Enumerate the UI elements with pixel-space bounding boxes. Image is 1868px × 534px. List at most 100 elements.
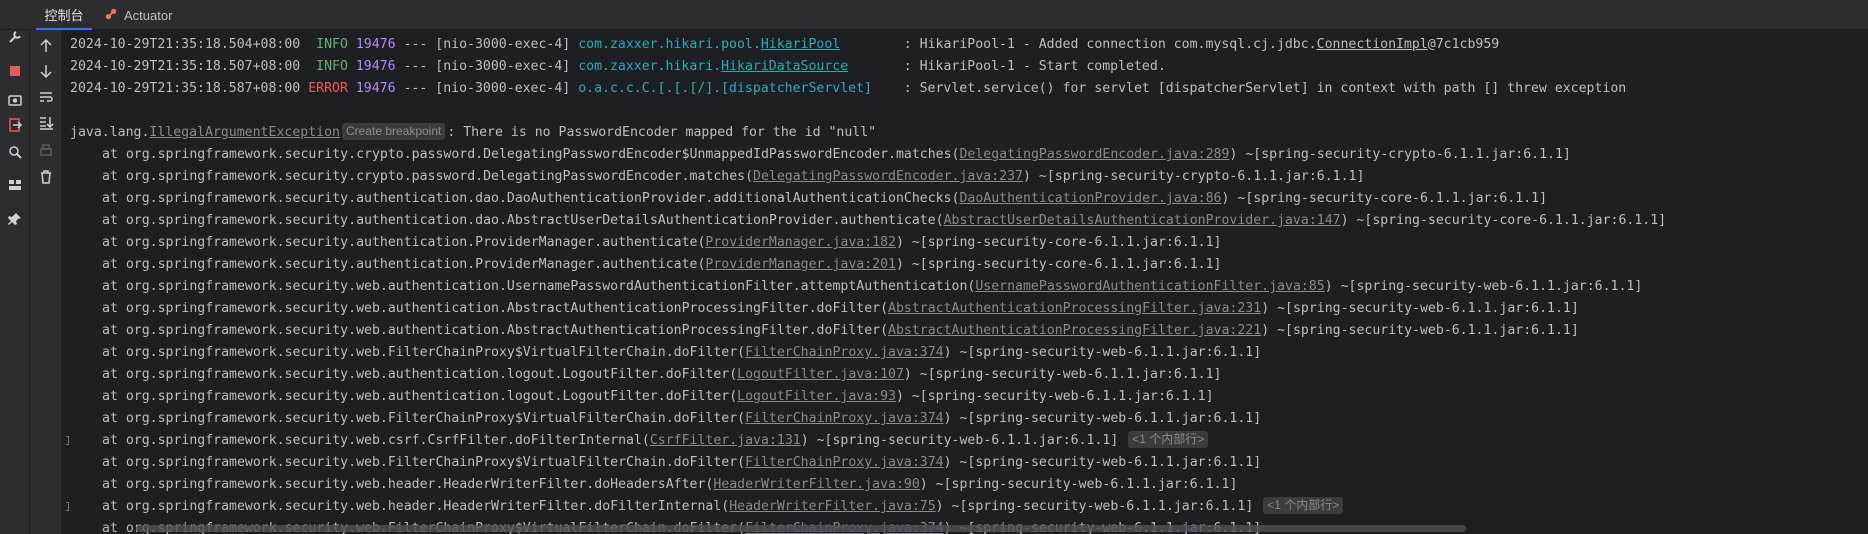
tab-actuator[interactable]: Actuator [98,0,178,30]
stack-frame-source-link[interactable]: AbstractUserDetailsAuthenticationProvide… [944,213,1341,228]
exception-class-link[interactable]: IllegalArgumentException [149,125,340,140]
stack-frame: at org.springframework.security.web.auth… [70,298,1666,320]
stack-frame-jar: ) ~[spring-security-web-6.1.1.jar:6.1.1] [1261,301,1579,316]
stack-frame-source-link[interactable]: AbstractAuthenticationProcessingFilter.j… [888,323,1261,338]
tab-console-label: 控制台 [44,7,84,23]
stack-frame-source-link[interactable]: AbstractAuthenticationProcessingFilter.j… [888,301,1261,316]
stack-frame-method: at org.springframework.security.web.Filt… [102,345,746,360]
stack-frame: at org.springframework.security.web.head… [70,474,1666,496]
log-line: 2024-10-29T21:35:18.587+08:00 ERROR 1947… [70,78,1666,100]
stack-frame: at org.springframework.security.authenti… [70,232,1666,254]
stack-frame: at org.springframework.security.authenti… [70,254,1666,276]
stack-frame-method: at org.springframework.security.web.Filt… [102,411,746,426]
exception-package: java.lang. [70,125,150,140]
stack-frame-source-link[interactable]: HeaderWriterFilter.java:75 [729,499,935,514]
stack-frame: at org.springframework.security.web.auth… [70,386,1666,408]
stack-frame-source-link[interactable]: FilterChainProxy.java:374 [745,411,944,426]
stack-frame-jar: ) ~[spring-security-core-6.1.1.jar:6.1.1… [1221,191,1548,206]
stack-frame: at org.springframework.security.crypto.p… [70,166,1666,188]
stack-frame: at org.springframework.security.web.Filt… [70,342,1666,364]
stack-frame-jar: ) ~[spring-security-core-6.1.1.jar:6.1.1… [1340,213,1667,228]
log-thread: --- [nio-3000-exec-4] [403,37,571,52]
stack-frame: at org.springframework.security.web.auth… [70,320,1666,342]
log-logger: o.a.c.c.C.[.[.[/].[dispatcherServlet] [578,81,872,96]
log-message: : HikariPool-1 - Added connection com.my… [903,37,1317,52]
stack-frame-source-link[interactable]: LogoutFilter.java:107 [737,367,904,382]
stack-frame-method: at org.springframework.security.authenti… [102,191,960,206]
stack-frame-method: at org.springframework.security.authenti… [102,235,706,250]
log-pid: 19476 [355,81,396,96]
console-output[interactable]: 2024-10-29T21:35:18.504+08:00 INFO 19476… [66,30,1868,534]
stack-frame: at org.springframework.security.crypto.p… [70,144,1666,166]
log-line: 2024-10-29T21:35:18.507+08:00 INFO 19476… [70,56,1666,78]
stack-frame-method: at org.springframework.security.web.Filt… [102,455,746,470]
log-timestamp: 2024-10-29T21:35:18.587+08:00 [70,81,301,96]
clear-all-icon[interactable] [37,168,55,186]
stack-frame-source-link[interactable]: HeaderWriterFilter.java:90 [713,477,919,492]
stack-trace: at org.springframework.security.crypto.p… [66,144,1666,534]
internal-lines-badge[interactable]: <1 个内部行> [1263,497,1344,514]
stack-frame-jar: ) ~[spring-security-crypto-6.1.1.jar:6.1… [1023,169,1365,184]
stack-frame-method: at org.springframework.security.web.head… [102,499,730,514]
scroll-up-icon[interactable] [37,37,55,55]
stack-frame-source-link[interactable]: DelegatingPasswordEncoder.java:289 [959,147,1229,162]
stack-frame-jar: ) ~[spring-security-core-6.1.1.jar:6.1.1… [895,257,1222,272]
stack-frame: at org.springframework.security.web.Filt… [70,408,1666,430]
stack-frame: at org.springframework.security.authenti… [70,210,1666,232]
stack-frame-jar: ) ~[spring-security-core-6.1.1.jar:6.1.1… [895,235,1222,250]
settings-wrench-icon[interactable] [6,28,24,46]
internal-lines-badge[interactable]: <1 个内部行> [1128,431,1209,448]
logger-prefix: com.zaxxer.hikari.pool. [578,37,761,52]
log-thread: --- [nio-3000-exec-4] [403,59,571,74]
scroll-to-end-icon[interactable] [37,114,55,132]
scroll-down-icon[interactable] [37,62,55,80]
stack-frame-method: at org.springframework.security.crypto.p… [102,169,754,184]
logger-prefix: com.zaxxer.hikari. [578,59,722,74]
stack-frame: at org.springframework.security.web.auth… [70,364,1666,386]
logger-class-link[interactable]: HikariPool [761,37,840,52]
stack-frame-source-link[interactable]: DaoAuthenticationProvider.java:86 [959,191,1221,206]
stack-frame-jar: ) ~[spring-security-web-6.1.1.jar:6.1.1] [800,433,1119,448]
stack-frame-source-link[interactable]: ProviderManager.java:201 [705,257,896,272]
stack-frame-source-link[interactable]: CsrfFilter.java:131 [650,433,801,448]
soft-wrap-icon[interactable] [37,88,55,106]
log-message: : HikariPool-1 - Start completed. [903,59,1166,74]
console-tab-bar: 控制台 Actuator [0,0,1868,30]
stack-frame: at org.springframework.security.authenti… [70,188,1666,210]
exit-icon[interactable] [6,116,24,134]
stack-frame-method: at org.springframework.security.authenti… [102,257,706,272]
stop-icon[interactable] [6,62,24,80]
stack-frame: at org.springframework.security.web.auth… [70,276,1666,298]
console-toolbar [30,30,62,534]
run-actions-strip [0,0,30,534]
logger-class-link[interactable]: HikariDataSource [721,59,848,74]
stack-frame-jar: ) ~[spring-security-web-6.1.1.jar:6.1.1] [895,389,1214,404]
stack-frame-source-link[interactable]: DelegatingPasswordEncoder.java:237 [753,169,1023,184]
camera-icon[interactable] [6,91,24,109]
stack-frame: + at org.springframework.security.web.hea… [66,496,1666,518]
stack-frame-jar: ) ~[spring-security-web-6.1.1.jar:6.1.1] [943,455,1262,470]
stack-frame: at org.springframework.security.web.Filt… [70,452,1666,474]
stack-frame-source-link[interactable]: FilterChainProxy.java:374 [745,455,944,470]
pin-icon[interactable] [6,210,24,228]
stack-frame-method: at org.springframework.security.web.auth… [102,389,738,404]
horizontal-scrollbar[interactable] [136,525,1466,532]
log-level: ERROR [308,81,348,96]
log-logger: com.zaxxer.hikari.pool.HikariPool [578,37,840,52]
stack-frame-source-link[interactable]: ProviderManager.java:182 [705,235,896,250]
layout-icon[interactable] [6,176,24,194]
fold-expand-icon[interactable]: + [66,502,69,511]
stack-frame-source-link[interactable]: UsernamePasswordAuthenticationFilter.jav… [975,279,1324,294]
log-pid: 19476 [355,37,396,52]
stack-frame-source-link[interactable]: LogoutFilter.java:93 [737,389,896,404]
actuator-icon [104,7,118,24]
exception-message: : There is no PasswordEncoder mapped for… [447,125,877,140]
stack-frame-source-link[interactable]: FilterChainProxy.java:374 [745,345,944,360]
search-settings-icon[interactable] [6,143,24,161]
print-icon[interactable] [37,142,55,160]
fold-expand-icon[interactable]: + [66,436,69,445]
create-breakpoint-button[interactable]: Create breakpoint [341,123,446,140]
tab-console[interactable]: 控制台 [36,0,92,30]
exception-line: java.lang.IllegalArgumentException Create… [70,122,1666,144]
log-message-link[interactable]: ConnectionImpl [1317,37,1428,52]
